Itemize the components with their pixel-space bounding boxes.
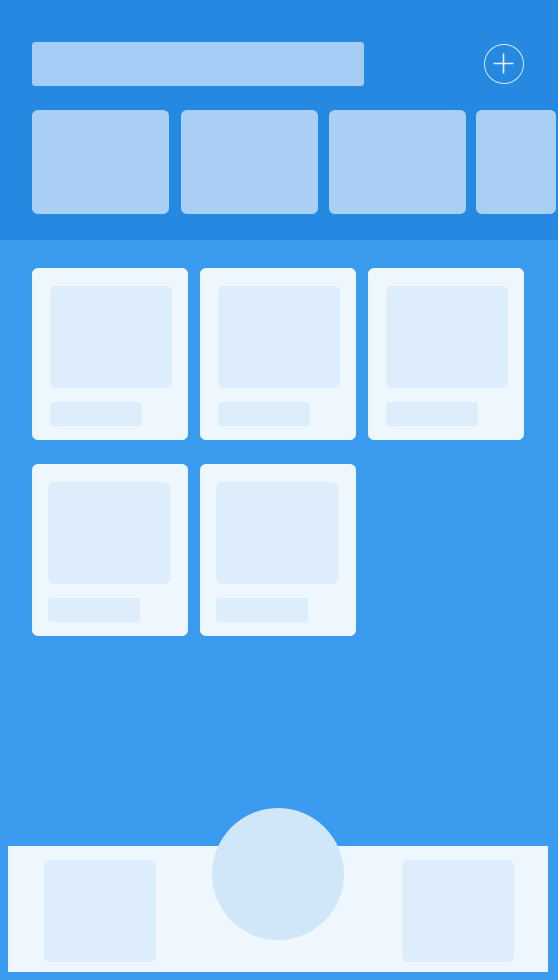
app-header [0, 0, 558, 240]
nav-item-right[interactable] [402, 860, 514, 962]
card-caption [218, 402, 310, 426]
nav-item-left[interactable] [44, 860, 156, 962]
card-thumbnail [50, 286, 172, 388]
plus-circle-icon [493, 53, 514, 74]
card-caption [386, 402, 478, 426]
search-bar[interactable] [32, 42, 364, 86]
card-thumbnail [386, 286, 508, 388]
category-tile-4[interactable] [476, 110, 556, 214]
grid-card[interactable] [32, 464, 188, 636]
card-thumbnail [216, 482, 338, 584]
center-action-button[interactable] [212, 808, 344, 940]
grid-card[interactable] [200, 464, 356, 636]
add-button[interactable] [484, 44, 524, 84]
category-tile-1[interactable] [32, 110, 169, 214]
card-caption [50, 402, 142, 426]
category-tile-3[interactable] [329, 110, 466, 214]
card-caption [216, 598, 308, 622]
category-tile-2[interactable] [181, 110, 318, 214]
grid-card[interactable] [368, 268, 524, 440]
grid-card[interactable] [200, 268, 356, 440]
card-caption [48, 598, 140, 622]
grid-card[interactable] [32, 268, 188, 440]
card-thumbnail [48, 482, 170, 584]
card-thumbnail [218, 286, 340, 388]
